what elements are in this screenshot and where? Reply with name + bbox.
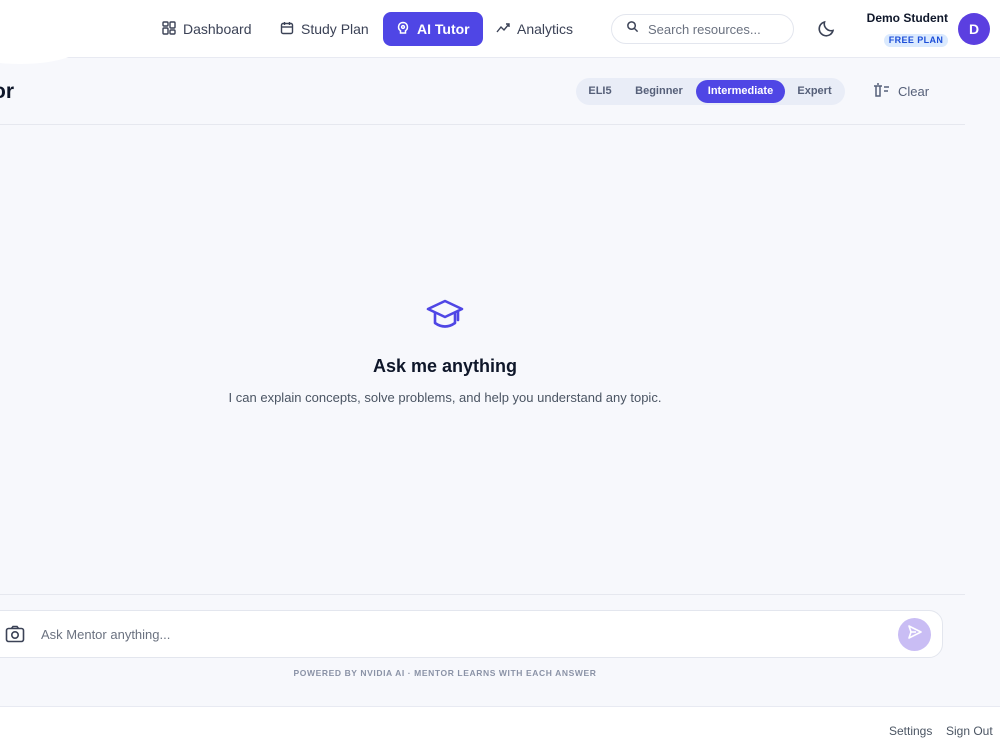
level-beginner-button[interactable]: Beginner xyxy=(628,80,690,103)
bottom-bar xyxy=(0,706,1000,749)
empty-state-title: Ask me anything xyxy=(372,356,518,376)
moon-icon xyxy=(817,20,837,42)
composer-divider xyxy=(0,594,965,595)
grid-icon xyxy=(162,20,176,38)
camera-icon xyxy=(5,625,25,648)
send-icon xyxy=(907,624,923,645)
page-title: tor xyxy=(0,80,14,103)
dark-mode-toggle[interactable] xyxy=(817,18,837,38)
nav-ai-tutor-label: AI Tutor xyxy=(417,21,470,37)
brain-icon xyxy=(396,21,410,38)
level-eli5-button[interactable]: ELI5 xyxy=(583,80,617,103)
search-input[interactable] xyxy=(648,21,788,37)
clear-label: Clear xyxy=(898,83,930,99)
explanation-level-selector: ELI5 Beginner Intermediate Expert xyxy=(576,78,845,105)
nav-analytics[interactable]: Analytics xyxy=(483,12,586,46)
header-divider xyxy=(0,124,965,125)
nav-ai-tutor[interactable]: AI Tutor xyxy=(383,12,483,46)
graduation-cap-icon xyxy=(425,296,465,334)
message-input[interactable] xyxy=(41,624,861,644)
camera-button[interactable] xyxy=(5,624,25,644)
nav-study-plan[interactable]: Study Plan xyxy=(267,12,382,46)
sign-out-link[interactable]: Sign Out xyxy=(946,724,993,738)
nav-analytics-label: Analytics xyxy=(517,21,574,37)
empty-state-subtitle: I can explain concepts, solve problems, … xyxy=(228,390,662,405)
search-box[interactable] xyxy=(611,14,794,44)
avatar[interactable]: D xyxy=(958,13,990,45)
user-name: Demo Student xyxy=(866,11,948,25)
send-button[interactable] xyxy=(898,618,931,651)
clear-icon xyxy=(872,82,890,101)
nav-dashboard[interactable]: Dashboard xyxy=(149,12,265,46)
trend-icon xyxy=(496,21,510,38)
powered-by-note: POWERED BY NVIDIA AI · MENTOR LEARNS WIT… xyxy=(293,668,597,678)
settings-link[interactable]: Settings xyxy=(889,724,932,738)
search-icon xyxy=(626,20,639,38)
plan-badge: FREE PLAN xyxy=(884,34,948,47)
clear-button[interactable]: Clear xyxy=(872,82,929,100)
level-expert-button[interactable]: Expert xyxy=(790,80,839,103)
level-intermediate-button[interactable]: Intermediate xyxy=(696,80,785,103)
nav-dashboard-label: Dashboard xyxy=(183,21,252,37)
nav-study-plan-label: Study Plan xyxy=(301,21,369,37)
calendar-icon xyxy=(280,21,294,38)
